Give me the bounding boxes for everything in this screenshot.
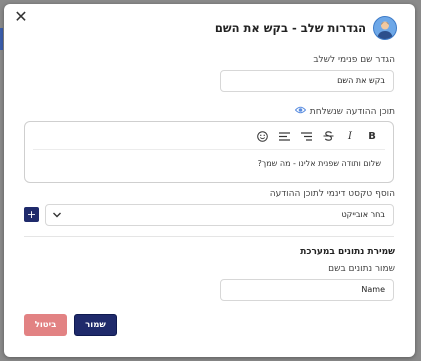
eye-icon[interactable]	[294, 106, 306, 117]
align-left-icon[interactable]	[273, 128, 295, 144]
chevron-down-icon	[53, 212, 61, 218]
object-select-value: בחר אובייקט	[341, 210, 385, 219]
background-app-edge	[0, 28, 3, 50]
strikethrough-button[interactable]	[317, 128, 339, 144]
dialog-title: הגדרות שלב - בקש את השם	[214, 21, 366, 35]
bold-button[interactable]: B	[361, 128, 383, 144]
dynamic-text-label: הוסף טקסט דינמי לתוכן ההודעה	[269, 189, 395, 199]
step-settings-dialog: ✕ הגדרות שלב - בקש את השם הגדר שם פנימי …	[4, 4, 415, 357]
add-dynamic-text-button[interactable]: +	[24, 207, 39, 222]
editor-divider	[33, 149, 385, 150]
save-as-input[interactable]: Name	[220, 279, 394, 301]
save-as-label: שמור נתונים בשם	[328, 264, 395, 274]
message-text[interactable]: שלום ותודה שפנית אלינו - מה שמך?	[258, 159, 381, 168]
dialog-header: הגדרות שלב - בקש את השם	[215, 16, 397, 40]
message-label-text: תוכן ההודעה שנשלחת	[309, 106, 395, 117]
cancel-button[interactable]: ביטול	[24, 314, 67, 336]
dynamic-text-row: + בחר אובייקט	[24, 204, 394, 226]
step-name-input[interactable]: בקש את השם	[220, 70, 394, 92]
align-right-icon[interactable]	[295, 128, 317, 144]
italic-button[interactable]: I	[339, 128, 361, 144]
editor-toolbar: B I	[251, 128, 383, 144]
message-label: תוכן ההודעה שנשלחת	[294, 106, 395, 117]
person-icon	[377, 21, 393, 39]
save-button[interactable]: שמור	[74, 314, 117, 336]
emoji-icon[interactable]	[251, 128, 273, 144]
step-name-label: הגדר שם פנימי לשלב	[313, 55, 395, 65]
object-select[interactable]: בחר אובייקט	[45, 204, 394, 226]
avatar	[373, 16, 397, 40]
data-save-section-title: שמירת נתונים במערכת	[300, 247, 395, 257]
message-editor[interactable]: B I שלום ותודה שפנית אלינו - מה שמך?	[24, 121, 394, 183]
close-icon[interactable]: ✕	[13, 9, 29, 25]
section-divider	[24, 236, 394, 237]
